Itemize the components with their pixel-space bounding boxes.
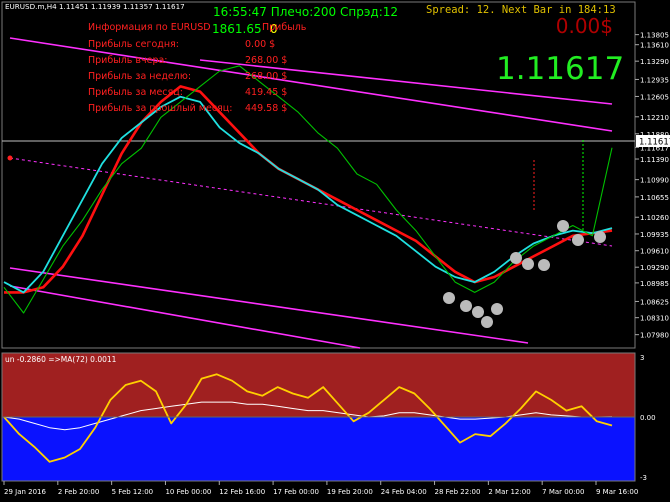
price-tick-label: 1.08985 bbox=[640, 280, 669, 288]
price-display: 1.11617 bbox=[496, 51, 624, 87]
time-tick-label: 29 Jan 2016 bbox=[4, 488, 47, 496]
trade-marker bbox=[522, 258, 534, 270]
info-label: Информация по EURUSD bbox=[88, 22, 211, 33]
symbol-ohlc: EURUSD.m,H4 1.11451 1.11939 1.11357 1.11… bbox=[5, 2, 185, 11]
info-value: 0.00 $ bbox=[245, 39, 275, 50]
info-value: 419.45 $ bbox=[245, 87, 287, 98]
price-tick-label: 1.12935 bbox=[640, 76, 669, 84]
trade-marker bbox=[481, 316, 493, 328]
info-label: Прибыль за неделю: bbox=[88, 71, 191, 82]
profit-display: 0.00$ bbox=[556, 14, 613, 38]
price-tick-label: 1.10260 bbox=[640, 214, 669, 222]
info-label: Прибыль сегодня: bbox=[88, 39, 179, 50]
time-tick-label: 28 Feb 22:00 bbox=[435, 488, 481, 496]
time-tick-label: 24 Feb 04:00 bbox=[381, 488, 427, 496]
info-value: Прибыль bbox=[262, 22, 307, 33]
price-tick-label: 1.10655 bbox=[640, 194, 669, 202]
price-tick-label: 1.08625 bbox=[640, 298, 669, 306]
price-tick-label: 1.11390 bbox=[640, 156, 669, 164]
time-tick-label: 10 Feb 00:00 bbox=[165, 488, 211, 496]
info-label: Прибыль вчера: bbox=[88, 55, 168, 66]
info-value: 268.00 $ bbox=[245, 55, 287, 66]
info-value: 449.58 $ bbox=[245, 103, 287, 114]
price-tick-label: 1.08310 bbox=[640, 315, 669, 323]
indicator-tick-label: -3 bbox=[640, 474, 647, 482]
indicator-tick-label: 3 bbox=[640, 354, 644, 362]
trade-marker bbox=[460, 300, 472, 312]
info-label: Прибыль за месяц: bbox=[88, 87, 183, 98]
price-tick-label: 1.13290 bbox=[640, 58, 669, 66]
indicator-tick-label: 0.00 bbox=[640, 414, 656, 422]
info-label: Прибыль за прошлый месяц: bbox=[88, 103, 232, 114]
time-tick-label: 7 Mar 00:00 bbox=[542, 488, 584, 496]
indicator-title: un -0.2860 =>MA(72) 0.0011 bbox=[5, 355, 117, 364]
price-tick-label: 1.10990 bbox=[640, 177, 669, 185]
balance: 1861.65 bbox=[212, 22, 262, 36]
price-tick-label: 1.09290 bbox=[640, 264, 669, 272]
trade-marker bbox=[557, 220, 569, 232]
time-tick-label: 19 Feb 20:00 bbox=[327, 488, 373, 496]
time-tick-label: 2 Mar 12:00 bbox=[488, 488, 530, 496]
time-tick-label: 17 Feb 00:00 bbox=[273, 488, 319, 496]
trade-marker bbox=[510, 252, 522, 264]
time-tick-label: 9 Mar 16:00 bbox=[596, 488, 638, 496]
current-price-tag-text: 1.11617 bbox=[639, 138, 670, 148]
price-tick-label: 1.09935 bbox=[640, 231, 669, 239]
info-value: 268.00 $ bbox=[245, 71, 287, 82]
trade-marker bbox=[491, 303, 503, 315]
trade-marker bbox=[572, 234, 584, 246]
price-tick-label: 1.13805 bbox=[640, 32, 669, 40]
time-tick-label: 2 Feb 20:00 bbox=[58, 488, 99, 496]
trade-marker bbox=[594, 231, 606, 243]
time-tick-label: 5 Feb 12:00 bbox=[112, 488, 153, 496]
status-line: 16:55:47 Плечо:200 Спрэд:12 bbox=[213, 5, 398, 19]
price-tick-label: 1.12210 bbox=[640, 114, 669, 122]
trade-marker bbox=[443, 292, 455, 304]
price-tick-label: 1.12605 bbox=[640, 93, 669, 101]
trade-marker bbox=[538, 259, 550, 271]
price-tick-label: 1.09610 bbox=[640, 248, 669, 256]
channel-anchor bbox=[7, 155, 13, 161]
time-tick-label: 12 Feb 16:00 bbox=[219, 488, 265, 496]
price-tick-label: 1.13610 bbox=[640, 42, 669, 50]
chart-canvas: 1.13805 1.13610 1.13290 1.12935 1.12605 1.122… bbox=[0, 0, 670, 502]
price-tick-label: 1.07980 bbox=[640, 332, 669, 340]
trade-marker bbox=[472, 306, 484, 318]
lower-zone bbox=[2, 417, 635, 481]
